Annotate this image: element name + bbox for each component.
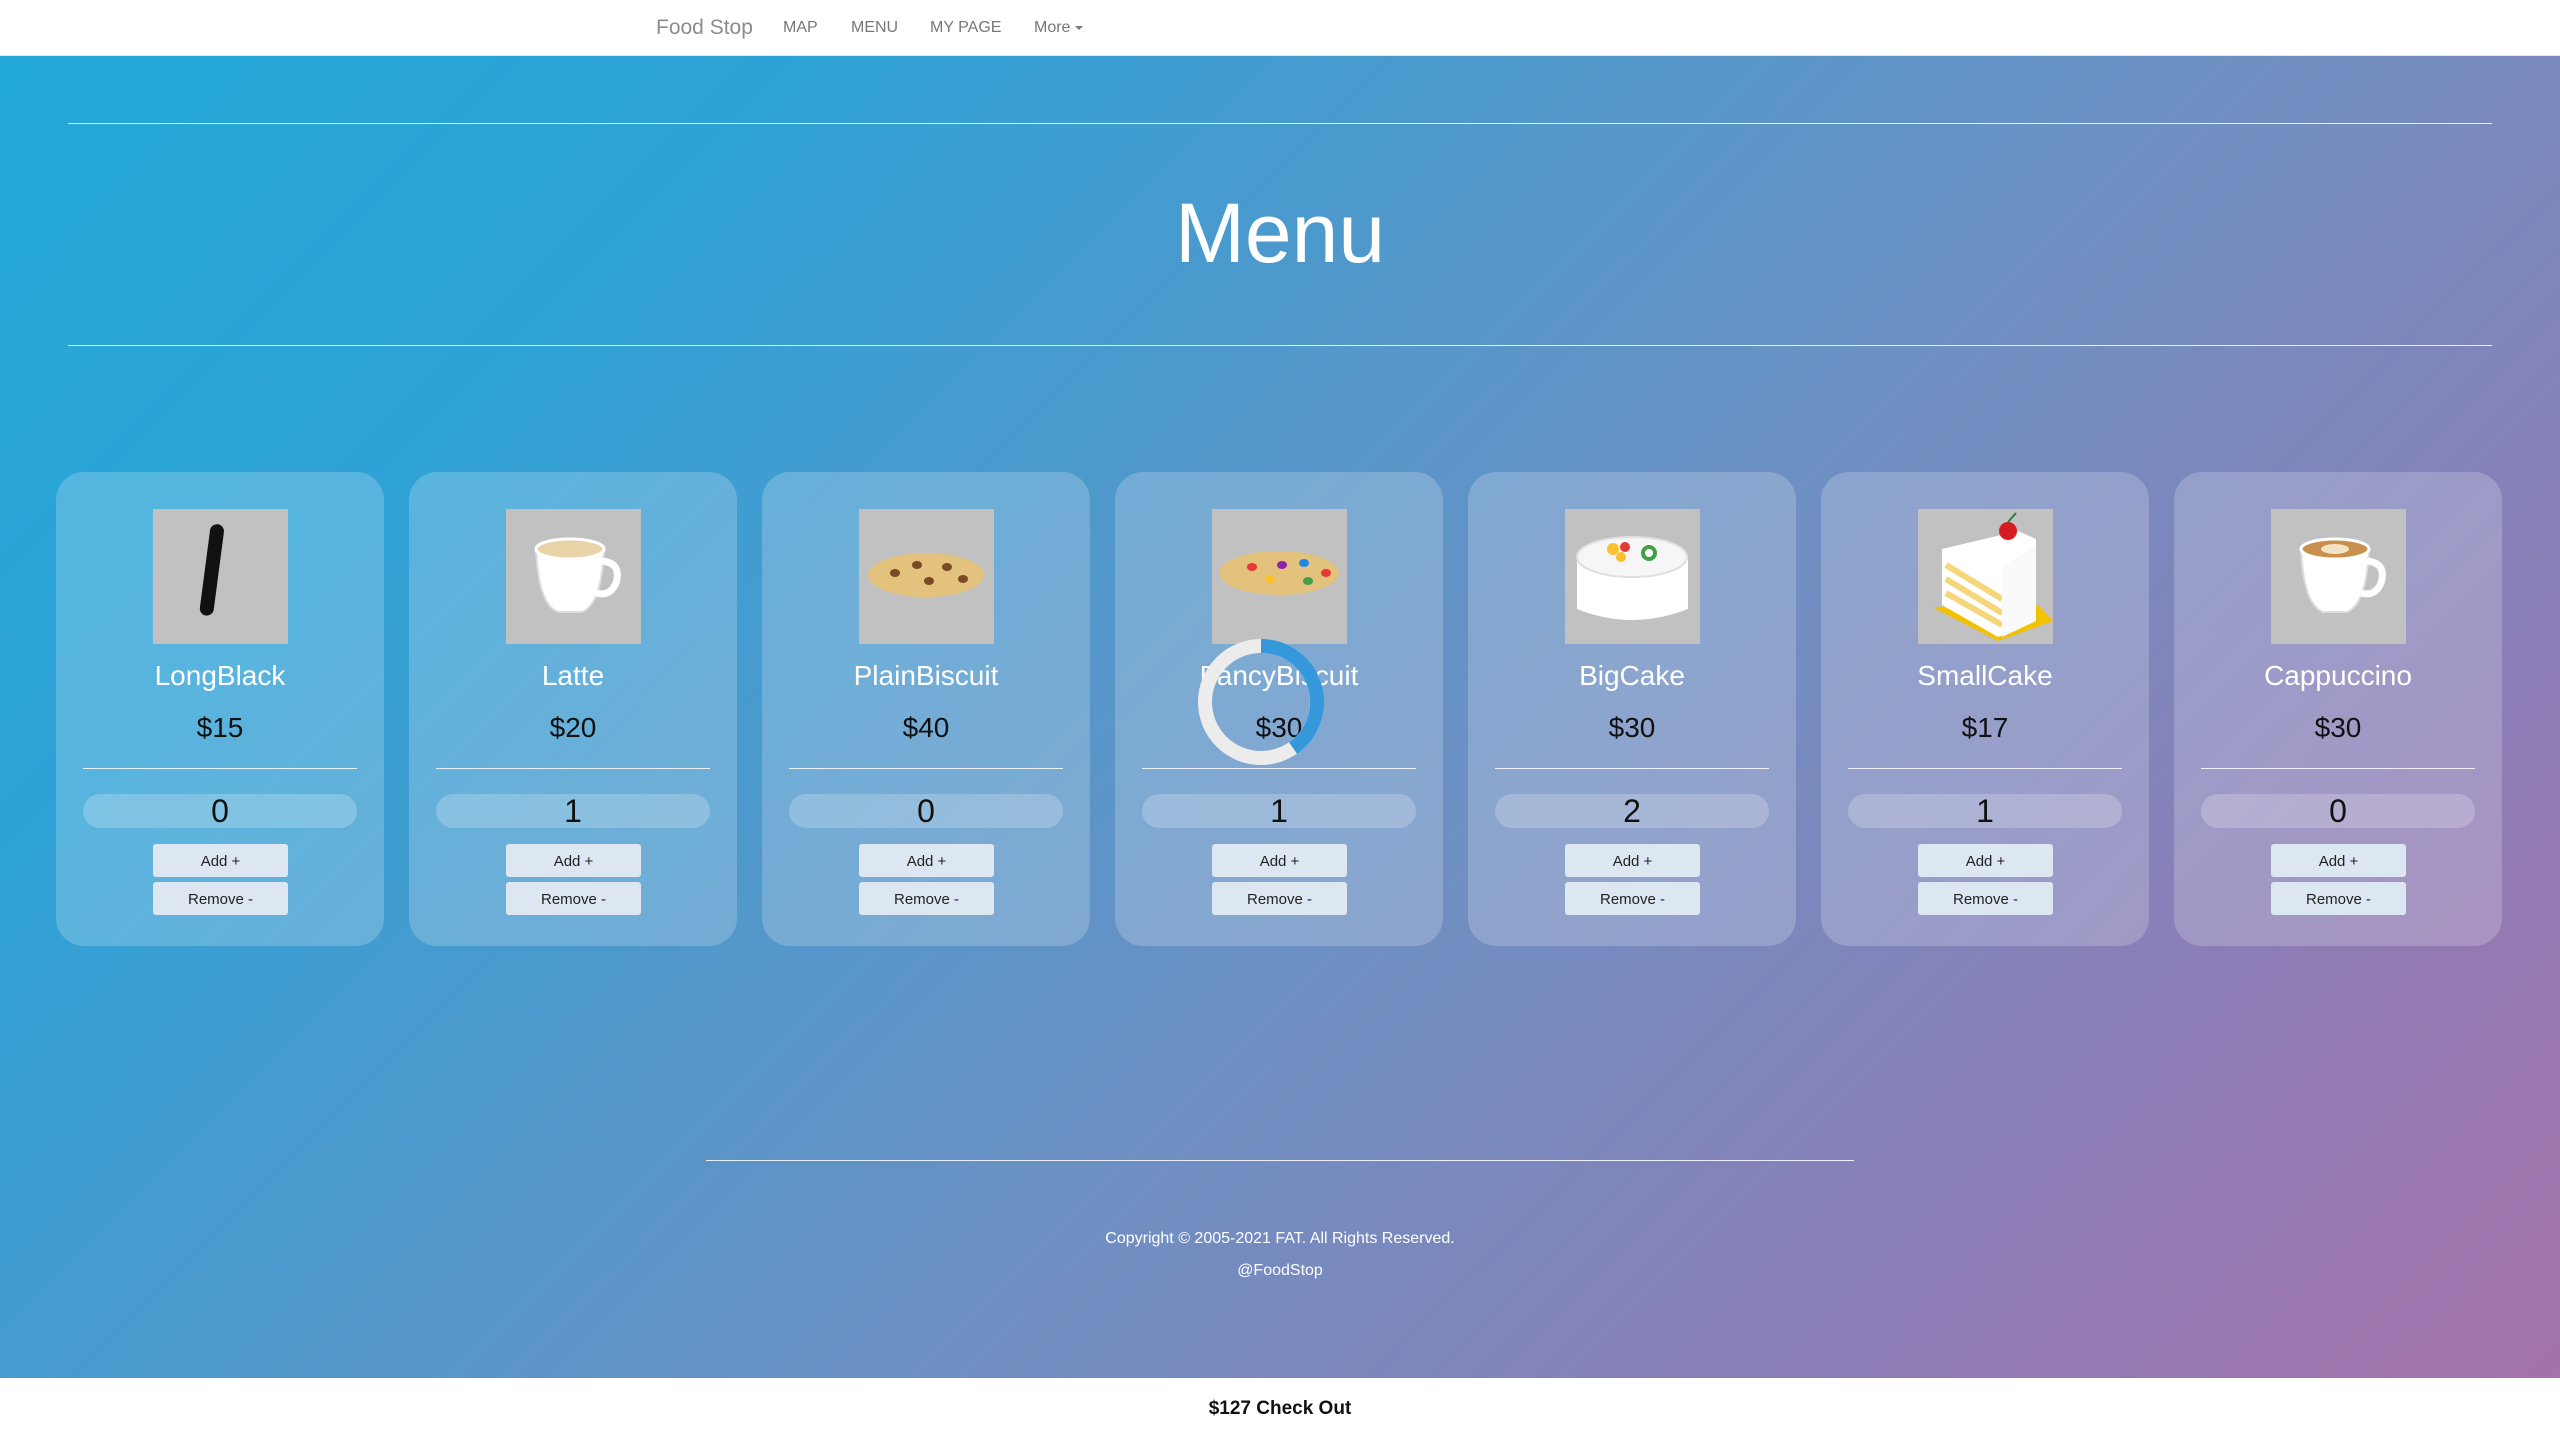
cake-slice-icon bbox=[1918, 509, 2053, 644]
plain-biscuit-icon bbox=[859, 509, 994, 644]
caret-down-icon bbox=[1075, 25, 1084, 30]
menu-item-card: PlainBiscuit $40 0 Add + Remove - bbox=[762, 472, 1090, 946]
add-button[interactable]: Add + bbox=[2271, 844, 2406, 877]
item-name: PlainBiscuit bbox=[853, 660, 999, 691]
item-name: LongBlack bbox=[154, 660, 286, 691]
add-button[interactable]: Add + bbox=[153, 844, 288, 877]
remove-button[interactable]: Remove - bbox=[153, 882, 288, 915]
nav-link-my-page[interactable]: MY PAGE bbox=[930, 19, 1001, 37]
brand-link[interactable]: Food Stop bbox=[656, 16, 753, 40]
card-divider bbox=[1848, 768, 2122, 769]
add-button[interactable]: Add + bbox=[1918, 844, 2053, 877]
remove-button[interactable]: Remove - bbox=[859, 882, 994, 915]
top-divider bbox=[68, 123, 2492, 124]
big-cake-icon bbox=[1565, 509, 1700, 644]
menu-item-card: BigCake $30 2 Add + Remove - bbox=[1468, 472, 1796, 946]
remove-button[interactable]: Remove - bbox=[506, 882, 641, 915]
card-divider bbox=[2201, 768, 2475, 769]
card-divider bbox=[83, 768, 357, 769]
menu-item-card: Latte $20 1 Add + Remove - bbox=[409, 472, 737, 946]
add-button[interactable]: Add + bbox=[1565, 844, 1700, 877]
checkout-button[interactable]: $127 Check Out bbox=[0, 1378, 2560, 1440]
menu-item-card: Cappuccino $30 0 Add + Remove - bbox=[2174, 472, 2502, 946]
remove-button[interactable]: Remove - bbox=[1212, 882, 1347, 915]
item-price: $40 bbox=[902, 712, 950, 743]
item-price: $20 bbox=[549, 712, 597, 743]
item-quantity: 1 bbox=[1848, 794, 2122, 828]
more-label: More bbox=[1034, 19, 1071, 36]
remove-button[interactable]: Remove - bbox=[1918, 882, 2053, 915]
remove-button[interactable]: Remove - bbox=[2271, 882, 2406, 915]
social-handle: @FoodStop bbox=[1237, 1262, 1323, 1279]
footer-divider bbox=[706, 1160, 1854, 1161]
item-name: SmallCake bbox=[1917, 660, 2053, 691]
item-price: $15 bbox=[196, 712, 244, 743]
item-price: $17 bbox=[1961, 712, 2009, 743]
nav-dropdown-more[interactable]: More bbox=[1034, 19, 1084, 37]
top-navbar: Food Stop MAP MENU MY PAGE More bbox=[0, 0, 2560, 56]
item-price: $30 bbox=[2314, 712, 2362, 743]
card-divider bbox=[436, 768, 710, 769]
menu-item-card: LongBlack $15 0 Add + Remove - bbox=[56, 472, 384, 946]
item-quantity: 2 bbox=[1495, 794, 1769, 828]
copyright-text: Copyright © 2005-2021 FAT. All Rights Re… bbox=[1105, 1230, 1455, 1247]
item-quantity: 0 bbox=[2201, 794, 2475, 828]
item-name: Latte bbox=[541, 660, 605, 691]
cappuccino-cup-icon bbox=[2271, 509, 2406, 644]
nav-link-map[interactable]: MAP bbox=[783, 19, 818, 37]
add-button[interactable]: Add + bbox=[859, 844, 994, 877]
item-price: $30 bbox=[1608, 712, 1656, 743]
add-button[interactable]: Add + bbox=[506, 844, 641, 877]
long-black-icon bbox=[153, 509, 288, 644]
item-quantity: 0 bbox=[789, 794, 1063, 828]
nav-link-menu[interactable]: MENU bbox=[851, 19, 898, 37]
page-title: Menu bbox=[1174, 186, 1386, 280]
latte-cup-icon bbox=[506, 509, 641, 644]
item-name: BigCake bbox=[1579, 660, 1685, 691]
item-quantity: 1 bbox=[436, 794, 710, 828]
card-divider bbox=[789, 768, 1063, 769]
fancy-biscuit-icon bbox=[1212, 509, 1347, 644]
title-divider bbox=[68, 345, 2492, 346]
card-divider bbox=[1495, 768, 1769, 769]
item-quantity: 0 bbox=[83, 794, 357, 828]
item-quantity: 1 bbox=[1142, 794, 1416, 828]
remove-button[interactable]: Remove - bbox=[1565, 882, 1700, 915]
loading-spinner-icon bbox=[1198, 639, 1325, 765]
menu-item-card: SmallCake $17 1 Add + Remove - bbox=[1821, 472, 2149, 946]
add-button[interactable]: Add + bbox=[1212, 844, 1347, 877]
item-name: Cappuccino bbox=[2264, 660, 2412, 691]
